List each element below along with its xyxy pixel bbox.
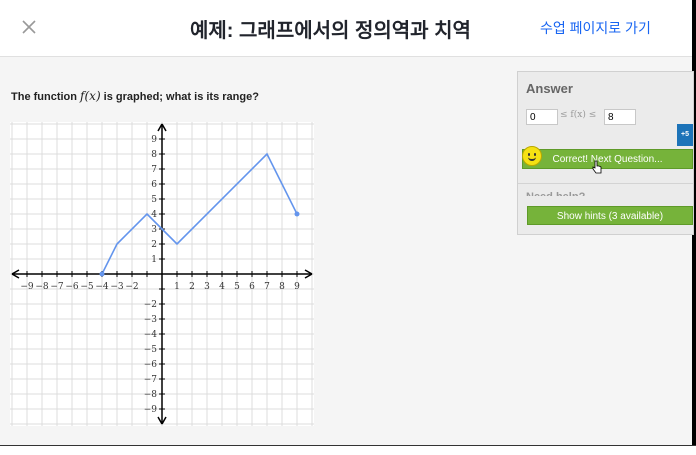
x-tick-label: 7 <box>264 282 270 292</box>
hand-cursor-icon <box>592 160 602 174</box>
x-tick-label: 8 <box>279 282 285 292</box>
answer-title: Answer <box>526 81 573 96</box>
x-tick-label: 3 <box>204 282 210 292</box>
y-tick-label: 1 <box>151 255 157 265</box>
x-tick-label: −2 <box>125 282 138 292</box>
next-question-button[interactable]: Correct! Next Question... <box>522 149 693 169</box>
y-tick-label: −8 <box>144 390 158 400</box>
header-bar: 예제: 그래프에서의 정의역과 치역 수업 페이지로 가기 <box>0 0 694 57</box>
close-button[interactable] <box>16 14 42 40</box>
x-tick-label: −4 <box>95 282 109 292</box>
question-function: f(x) <box>80 89 101 103</box>
page-title: 예제: 그래프에서의 정의역과 치역 <box>190 20 471 42</box>
x-tick-label: −7 <box>50 282 64 292</box>
panel-divider <box>518 183 693 184</box>
x-tick-label: −9 <box>20 282 34 292</box>
x-tick-label: −5 <box>80 282 94 292</box>
endpoint-end <box>294 211 300 217</box>
show-hints-button[interactable]: Show hints (3 available) <box>527 206 693 225</box>
y-tick-label: −7 <box>144 375 158 385</box>
x-tick-label: −3 <box>110 282 124 292</box>
y-tick-label: 6 <box>151 180 157 190</box>
smiley-icon <box>522 146 542 166</box>
range-inequality: ≤ f(x) ≤ <box>560 110 597 120</box>
x-tick-label: −8 <box>35 282 49 292</box>
y-tick-label: 7 <box>151 165 157 175</box>
x-tick-label: −6 <box>65 282 79 292</box>
y-tick-label: 8 <box>151 150 157 160</box>
points-tab[interactable]: +5 <box>677 124 693 146</box>
answer-panel: Answer 0 ≤ f(x) ≤ 8 +5 Correct! Next Que… <box>517 71 694 235</box>
y-tick-label: 3 <box>151 225 157 235</box>
x-tick-label: 2 <box>189 282 195 292</box>
exercise-area: The function f(x) is graphed; what is it… <box>0 57 694 445</box>
x-tick-label: 9 <box>294 282 300 292</box>
y-tick-label: 9 <box>151 135 157 145</box>
y-tick-label: −6 <box>144 360 158 370</box>
y-tick-label: −3 <box>144 315 158 325</box>
back-to-lesson-link[interactable]: 수업 페이지로 가기 <box>540 18 651 38</box>
endpoint-start <box>99 271 105 277</box>
range-max-input[interactable]: 8 <box>604 109 636 125</box>
function-graph: −9 −8 −7 −6 −5 −4 −3 −2 1 2 3 4 5 6 7 8 9987654321−2−3−4… <box>10 122 314 426</box>
y-tick-label: 5 <box>151 195 157 205</box>
question-suffix: is graphed; what is its range? <box>100 91 259 103</box>
close-icon <box>22 20 36 34</box>
x-tick-label: 6 <box>249 282 255 292</box>
y-tick-label: −2 <box>144 300 157 310</box>
x-tick-label: 5 <box>234 282 240 292</box>
y-tick-label: 2 <box>151 240 157 250</box>
x-tick-label: 1 <box>174 282 180 292</box>
y-tick-label: −5 <box>144 345 158 355</box>
y-tick-label: −9 <box>144 405 158 415</box>
question-prefix: The function <box>11 91 81 103</box>
x-tick-label: 4 <box>219 282 225 292</box>
range-min-input[interactable]: 0 <box>526 109 558 125</box>
y-tick-label: −4 <box>144 330 158 340</box>
need-help-heading: Need help? <box>526 188 676 196</box>
question-text: The function f(x) is graphed; what is it… <box>11 89 259 103</box>
